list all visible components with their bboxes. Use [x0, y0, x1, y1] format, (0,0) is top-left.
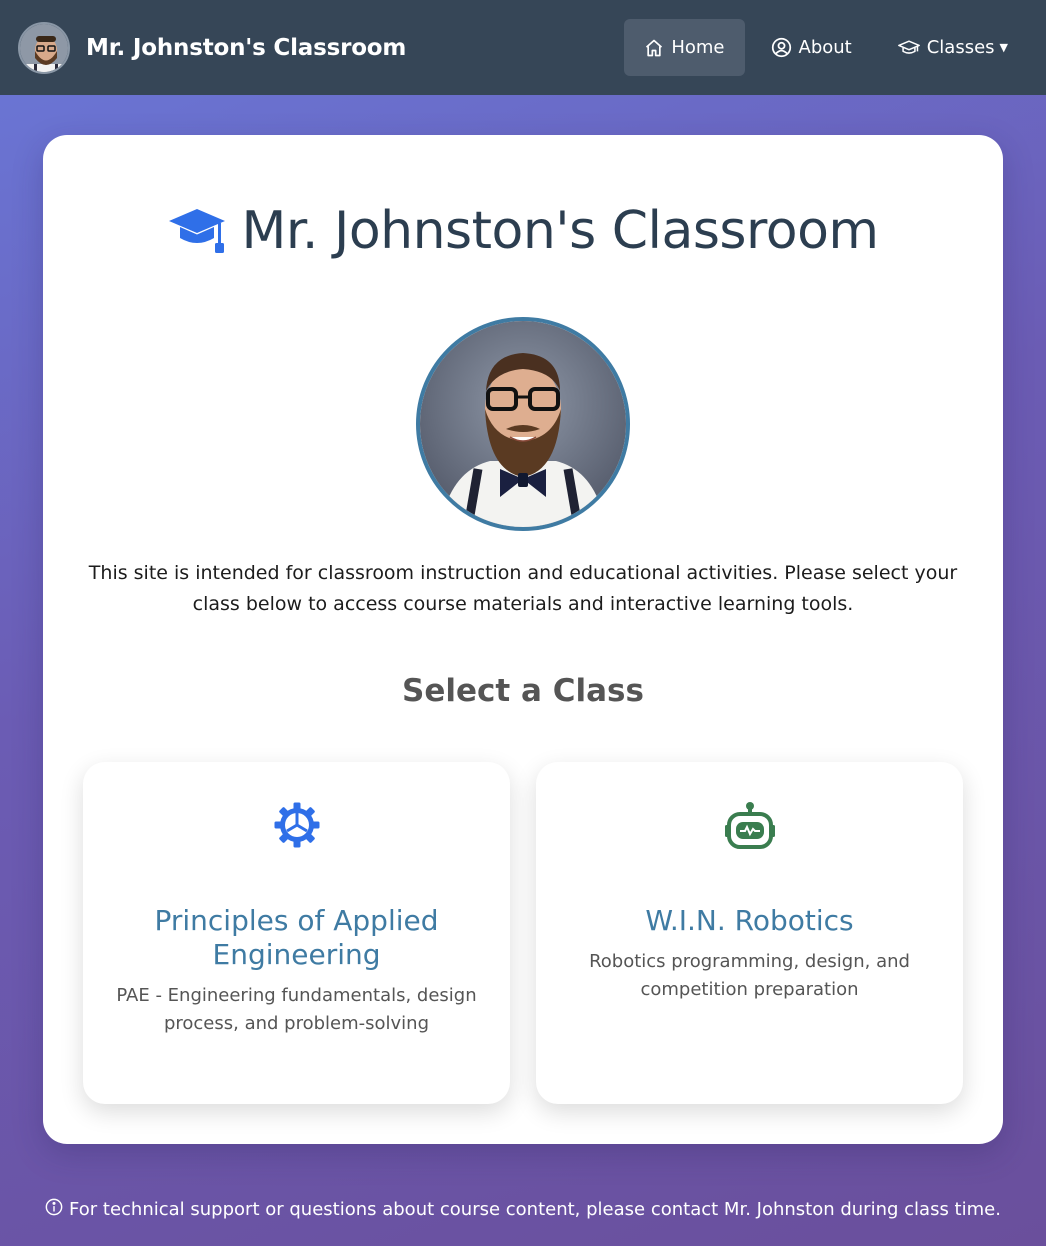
- class-card-robotics[interactable]: W.I.N. Robotics Robotics programming, de…: [536, 762, 963, 1104]
- nav-home-link[interactable]: Home: [624, 19, 745, 76]
- intro-text: This site is intended for classroom inst…: [88, 562, 958, 615]
- class-description: PAE - Engineering fundamentals, design p…: [116, 985, 477, 1034]
- graduation-cap-icon: [167, 203, 227, 259]
- class-title: Principles of Applied Engineering: [154, 904, 439, 971]
- class-title: W.I.N. Robotics: [645, 904, 854, 937]
- select-class-heading: Select a Class: [402, 673, 644, 709]
- class-card-pae[interactable]: Principles of Applied Engineering PAE - …: [83, 762, 510, 1104]
- footer-text: For technical support or questions about…: [69, 1199, 1001, 1220]
- hero-title-row: Mr. Johnston's Classroom: [43, 195, 1003, 267]
- nav-about-label: About: [798, 37, 852, 58]
- teacher-portrait: [416, 317, 630, 531]
- user-circle-icon: [771, 37, 792, 58]
- nav-classes-dropdown[interactable]: Classes ▼: [878, 19, 1028, 76]
- site-brand[interactable]: Mr. Johnston's Classroom: [86, 35, 406, 61]
- chevron-down-icon: ▼: [999, 41, 1008, 54]
- nav-classes-label: Classes: [926, 37, 995, 58]
- nav-links: Home About Classes ▼: [624, 19, 1028, 76]
- class-description: Robotics programming, design, and compet…: [589, 951, 910, 1000]
- home-icon: [644, 38, 664, 58]
- footer-note: For technical support or questions about…: [0, 1198, 1046, 1221]
- robot-icon: [725, 800, 775, 850]
- top-navbar: Mr. Johnston's Classroom Home About Clas…: [0, 0, 1046, 95]
- gear-icon: [272, 800, 322, 850]
- nav-avatar[interactable]: [18, 21, 70, 74]
- page-title: Mr. Johnston's Classroom: [241, 201, 879, 261]
- info-icon: [45, 1198, 63, 1221]
- nav-home-label: Home: [671, 37, 725, 58]
- graduation-cap-icon: [897, 38, 920, 58]
- main-card: Mr. Johnston's Classroom This site is in…: [43, 135, 1003, 1144]
- nav-about-link[interactable]: About: [751, 19, 872, 76]
